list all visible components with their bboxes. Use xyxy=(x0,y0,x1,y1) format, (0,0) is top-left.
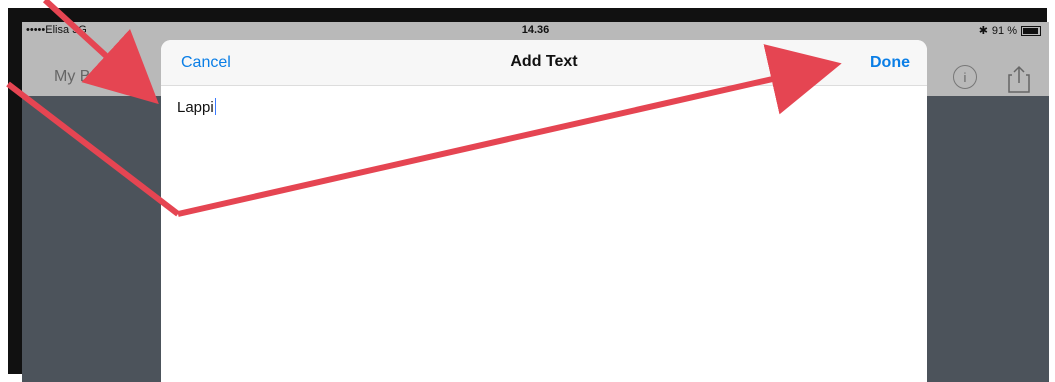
text-input-area[interactable]: Lappi xyxy=(161,86,927,382)
status-bar: •••••Elisa 3G 14.36 ✱ 91 % xyxy=(22,22,1049,40)
my-books-button[interactable]: My Books xyxy=(54,68,124,86)
text-cursor xyxy=(214,98,216,115)
status-right: ✱ 91 % xyxy=(979,24,1041,37)
battery-percent: 91 % xyxy=(991,24,1017,37)
screenshot-frame: •••••Elisa 3G 14.36 ✱ 91 % My Books F i … xyxy=(8,8,1049,382)
info-icon[interactable]: i xyxy=(953,65,977,89)
share-icon[interactable] xyxy=(1007,65,1031,93)
battery-icon xyxy=(1021,25,1041,36)
done-button[interactable]: Done xyxy=(870,54,910,72)
entered-text: Lappi xyxy=(177,98,216,116)
battery-fill xyxy=(1023,27,1038,34)
add-text-modal: Cancel Add Text Done Lappi xyxy=(161,40,927,382)
modal-title: Add Text xyxy=(510,53,578,70)
entered-text-value: Lappi xyxy=(177,99,214,116)
time: 14.36 xyxy=(521,24,550,36)
ipad-screen: •••••Elisa 3G 14.36 ✱ 91 % My Books F i … xyxy=(22,22,1049,382)
nav-icons: i xyxy=(953,65,1031,93)
bluetooth-icon: ✱ xyxy=(978,25,988,37)
modal-header: Cancel Add Text Done xyxy=(161,40,927,86)
